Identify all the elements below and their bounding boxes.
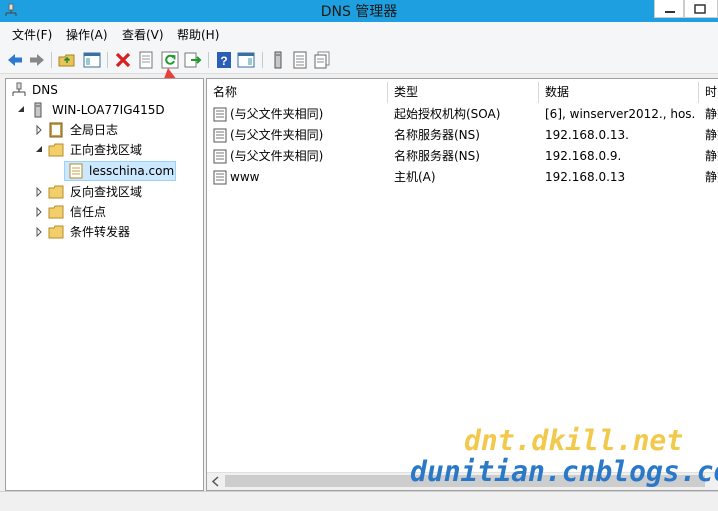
record-type: 名称服务器(NS) — [394, 149, 480, 163]
record-name: (与父文件夹相同) — [230, 107, 324, 121]
title-bar: DNS 管理器 — [0, 0, 718, 22]
console-tree: DNS WIN-LOA77IG415D 全局日志 正向查找区域 lesschin… — [5, 78, 204, 491]
export-list-icon[interactable] — [184, 51, 202, 69]
list-header: 名称 类型 数据 时间 — [207, 82, 718, 103]
record-timestamp: 静态 — [705, 170, 718, 184]
record-icon — [213, 149, 227, 164]
toolbar: ? — [0, 46, 718, 74]
record-timestamp: 静态 — [705, 128, 718, 142]
record-icon — [213, 170, 227, 185]
up-folder-icon[interactable] — [58, 51, 76, 69]
folder-icon — [48, 143, 64, 157]
expand-arrow-icon[interactable] — [34, 223, 44, 241]
svg-text:?: ? — [220, 54, 227, 68]
toolbar-separator — [51, 52, 52, 68]
status-bar — [0, 491, 718, 511]
record-timestamp: 静态 — [705, 149, 718, 163]
record-name: (与父文件夹相同) — [230, 149, 324, 163]
collapse-arrow-icon[interactable] — [34, 141, 44, 159]
log-icon — [49, 122, 63, 138]
minimize-icon — [665, 11, 675, 13]
show-hide-tree-icon[interactable] — [83, 51, 101, 69]
expand-arrow-icon[interactable] — [34, 121, 44, 139]
record-data: [6], winserver2012., hos... — [545, 107, 695, 121]
record-icon — [213, 128, 227, 143]
tree-node-lesschina-zone[interactable]: lesschina.com — [64, 161, 176, 181]
scroll-left-icon[interactable] — [209, 476, 223, 487]
menu-action[interactable]: 操作(A) — [66, 26, 108, 43]
menu-file[interactable]: 文件(F) — [12, 26, 52, 43]
tree-label-dns: DNS — [32, 83, 58, 97]
collapse-arrow-icon[interactable] — [16, 101, 26, 119]
folder-icon — [48, 205, 64, 219]
column-header-type[interactable]: 类型 — [388, 82, 539, 103]
record-type: 名称服务器(NS) — [394, 128, 480, 142]
tree-label-server: WIN-LOA77IG415D — [52, 103, 165, 117]
table-row[interactable]: (与父文件夹相同) 名称服务器(NS) 192.168.0.9. 静态 — [207, 146, 718, 167]
menu-bar: 文件(F) 操作(A) 查看(V) 帮助(H) — [0, 22, 718, 46]
column-header-timestamp[interactable]: 时间 — [699, 82, 718, 103]
maximize-button[interactable] — [684, 0, 718, 18]
delete-icon[interactable] — [114, 51, 132, 69]
record-type: 起始授权机构(SOA) — [394, 107, 501, 121]
record-icon — [213, 107, 227, 122]
record-data: 192.168.0.13. — [545, 128, 629, 142]
toolbar-separator — [107, 52, 108, 68]
back-icon[interactable] — [6, 51, 24, 69]
expand-arrow-icon[interactable] — [34, 203, 44, 221]
table-row[interactable]: (与父文件夹相同) 起始授权机构(SOA) [6], winserver2012… — [207, 104, 718, 125]
tree-label-forward-zones: 正向查找区域 — [70, 143, 143, 157]
menu-view[interactable]: 查看(V) — [122, 26, 164, 43]
record-data: 192.168.0.13 — [545, 170, 626, 184]
folder-icon — [48, 225, 64, 239]
server-icon[interactable] — [269, 51, 287, 69]
tree-label-global-logs: 全局日志 — [70, 123, 119, 137]
forward-icon[interactable] — [28, 51, 46, 69]
expand-arrow-icon[interactable] — [34, 183, 44, 201]
watermark-line2: dunitian.cnblogs.com — [410, 455, 718, 488]
window-title: DNS 管理器 — [320, 4, 398, 20]
menu-help[interactable]: 帮助(H) — [177, 26, 219, 43]
zone-records-icon[interactable] — [291, 51, 309, 69]
maximize-icon — [694, 4, 706, 14]
record-name: www — [230, 170, 260, 184]
folder-icon — [48, 185, 64, 199]
help-icon[interactable]: ? — [215, 51, 233, 69]
watermark-line1: dnt.dkill.net — [464, 424, 684, 457]
record-data: 192.168.0.9. — [545, 149, 622, 163]
record-type: 主机(A) — [394, 170, 436, 184]
properties-icon[interactable] — [137, 51, 155, 69]
new-record-icon[interactable] — [313, 51, 331, 69]
dns-icon — [12, 82, 26, 96]
tree-label-reverse-zones: 反向查找区域 — [70, 185, 143, 199]
table-row[interactable]: www 主机(A) 192.168.0.13 静态 — [207, 167, 718, 188]
tree-label-lesschina: lesschina.com — [89, 164, 175, 178]
table-row[interactable]: (与父文件夹相同) 名称服务器(NS) 192.168.0.13. 静态 — [207, 125, 718, 146]
column-header-data[interactable]: 数据 — [539, 82, 699, 103]
minimize-button[interactable] — [654, 0, 684, 18]
record-timestamp: 静态 — [705, 107, 718, 121]
record-name: (与父文件夹相同) — [230, 128, 324, 142]
show-hide-action-pane-icon[interactable] — [237, 51, 255, 69]
tree-label-trust-points: 信任点 — [70, 205, 107, 219]
toolbar-separator — [262, 52, 263, 68]
server-icon — [34, 102, 42, 118]
zone-icon — [69, 163, 83, 179]
tree-label-conditional-forwarders: 条件转发器 — [70, 225, 131, 239]
toolbar-separator — [208, 52, 209, 68]
column-header-name[interactable]: 名称 — [207, 82, 388, 103]
